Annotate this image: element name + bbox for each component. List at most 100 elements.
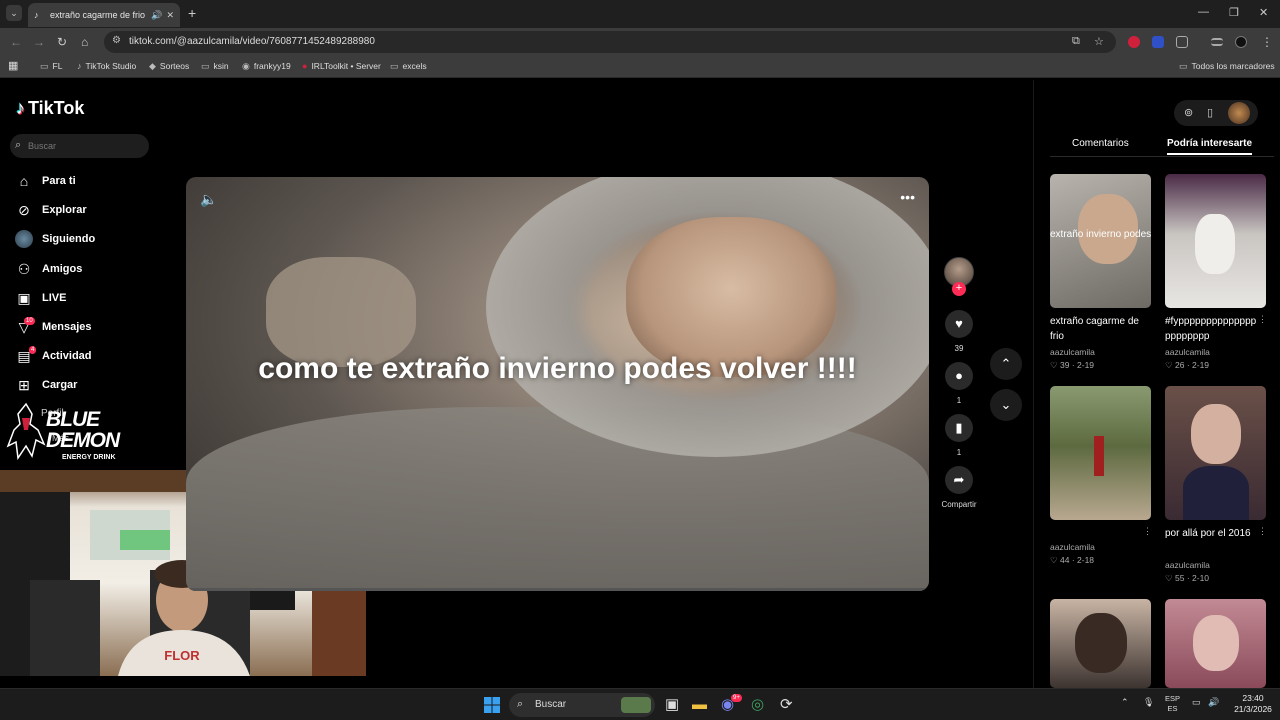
tab-search-button[interactable]: ⌄ (6, 5, 22, 21)
share-icon[interactable]: ➦ (945, 466, 973, 494)
taskbar-search-label: Buscar (535, 699, 567, 710)
previous-video-button[interactable]: ⌃ (990, 348, 1022, 380)
chrome-menu-icon[interactable]: ⋮ (1261, 35, 1273, 49)
volume-icon[interactable]: 🔊 (1208, 697, 1219, 708)
card-username[interactable]: aazulcamila (1165, 347, 1210, 357)
volume-icon[interactable]: 🔈 (200, 191, 217, 208)
extension-blue-icon[interactable] (1152, 36, 1164, 48)
share-action[interactable]: ➦ Compartir (936, 466, 982, 509)
card-username[interactable]: aazulcamila (1165, 560, 1210, 570)
heart-outline-icon: ♡ (1050, 555, 1060, 565)
browser-tab[interactable]: ♪ extraño cagarme de frio | Ti 🔊 ✕ (28, 3, 180, 27)
bookmark-excels[interactable]: ▭ excels (390, 61, 427, 72)
compass-icon: ⊘ (18, 202, 30, 218)
bookmark-fl[interactable]: ▭ FL (40, 61, 62, 72)
video-thumbnail[interactable] (1165, 174, 1266, 308)
address-bar[interactable]: ⚙ tiktok.com/@aazulcamila/video/76087714… (104, 31, 1116, 53)
video-thumbnail[interactable] (1050, 386, 1151, 520)
bookmark-irltoolkit[interactable]: ● IRLToolkit • Server (302, 61, 381, 71)
tiktok-note-icon: ♪ (16, 98, 25, 118)
network-icon[interactable]: ▭ (1192, 697, 1201, 708)
windows-start-icon[interactable] (484, 697, 500, 713)
card-more-icon[interactable]: ⋮ (1143, 526, 1152, 537)
follow-plus-button[interactable]: + (952, 282, 966, 296)
video-thumbnail[interactable] (1050, 599, 1151, 688)
video-thumbnail[interactable] (1165, 386, 1266, 520)
next-video-button[interactable]: ⌄ (990, 389, 1022, 421)
home-icon[interactable]: ⌂ (81, 35, 88, 49)
bookmark-star-icon[interactable]: ☆ (1094, 35, 1104, 48)
sidebar-item-amigos[interactable]: ⚇ Amigos (15, 259, 83, 279)
tab-close-icon[interactable]: ✕ (166, 10, 174, 21)
sidebar-item-live[interactable]: ▣ LIVE (15, 288, 66, 308)
sidebar-item-actividad[interactable]: ▤ Actividad (15, 346, 91, 366)
card-date: 2-19 (1077, 360, 1095, 370)
card-username[interactable]: aazulcamila (1050, 347, 1095, 357)
media-control-icon[interactable] (1211, 38, 1223, 46)
close-window-button[interactable]: ✕ (1259, 6, 1268, 19)
reload-icon[interactable]: ↻ (57, 35, 67, 49)
site-info-icon[interactable]: ⚙ (112, 35, 121, 46)
card-title[interactable]: #fypppppppppppppppppppppp (1165, 314, 1260, 344)
clock[interactable]: 23:40 21/3/2026 (1228, 693, 1278, 715)
sidebar-item-label: LIVE (42, 292, 67, 304)
bookmark-icon[interactable]: ▮ (945, 414, 973, 442)
chrome-icon[interactable]: ◎ (751, 696, 764, 714)
bookmark-frankyy19[interactable]: ◉ frankyy19 (242, 61, 291, 72)
taskbar-search[interactable]: ⌕ Buscar (509, 693, 655, 717)
card-more-icon[interactable]: ⋮ (1258, 526, 1267, 537)
card-title[interactable]: extraño cagarme de frio (1050, 314, 1145, 344)
top-right-actions: ⊚ ▯ (1174, 100, 1258, 126)
card-title[interactable]: por allá por el 2016 (1165, 526, 1260, 541)
search-box[interactable]: ⌕ (10, 134, 149, 158)
bookmark-ksin[interactable]: ▭ ksin (201, 61, 229, 72)
extensions-puzzle-icon[interactable] (1176, 36, 1188, 48)
card-username[interactable]: aazulcamila (1050, 542, 1095, 552)
bookmark-label: FL (52, 61, 63, 71)
sidebar-item-cargar[interactable]: ⊞ Cargar (15, 375, 77, 395)
video-player[interactable]: como te extraño invierno podes volver !!… (186, 177, 929, 591)
device-icon[interactable]: ▯ (1207, 106, 1213, 119)
file-explorer-icon[interactable]: ▬ (692, 696, 707, 714)
tab-comentarios[interactable]: Comentarios (1072, 138, 1129, 149)
comment-action[interactable]: ● 1 (944, 362, 974, 405)
install-app-icon[interactable]: ⧉ (1072, 35, 1080, 48)
app-icon[interactable]: ⟳ (780, 696, 793, 714)
bookmark-sorteos[interactable]: ◆ Sorteos (149, 61, 189, 72)
bookmark-tiktok-studio[interactable]: ♪ TikTok Studio (77, 61, 136, 71)
tab-podria-interesarte[interactable]: Podría interesarte (1167, 138, 1253, 155)
coin-icon[interactable]: ⊚ (1184, 106, 1193, 119)
apps-grid-icon[interactable]: ▦ (8, 59, 18, 72)
extension-red-icon[interactable] (1128, 36, 1140, 48)
heart-icon[interactable]: ♥ (945, 310, 973, 338)
new-tab-button[interactable]: + (188, 6, 196, 20)
profile-avatar[interactable] (1228, 102, 1250, 124)
profile-avatar-icon[interactable] (1235, 36, 1247, 48)
speaker-icon[interactable]: 🔊 (151, 10, 162, 21)
comment-icon[interactable]: ● (945, 362, 973, 390)
more-options-icon[interactable]: ••• (900, 189, 915, 205)
minimize-button[interactable]: — (1198, 6, 1209, 18)
save-action[interactable]: ▮ 1 (944, 414, 974, 457)
microphone-icon[interactable]: 🎙 (1143, 697, 1154, 708)
video-thumbnail[interactable]: extraño invierno podes (1050, 174, 1151, 308)
back-icon[interactable]: ← (10, 35, 22, 49)
tab-title: extraño cagarme de frio | Ti (50, 10, 147, 20)
search-input[interactable] (28, 138, 143, 154)
video-thumbnail[interactable] (1165, 599, 1266, 688)
forward-icon[interactable]: → (33, 35, 45, 49)
restore-button[interactable]: ❐ (1229, 6, 1239, 19)
sidebar-item-siguiendo[interactable]: Siguiendo (15, 229, 95, 249)
browser-toolbar: ← → ↻ ⌂ ⚙ tiktok.com/@aazulcamila/video/… (0, 28, 1280, 56)
sidebar-item-para-ti[interactable]: ⌂ Para ti (15, 171, 76, 191)
tray-overflow-icon[interactable]: ⌃ (1121, 697, 1129, 708)
sidebar-item-explorar[interactable]: ⊘ Explorar (15, 200, 87, 220)
tiktok-logo[interactable]: ♪ TikTok (16, 98, 84, 119)
twitch-icon: ◉ (242, 61, 250, 71)
all-bookmarks[interactable]: ▭ Todos los marcadores (1179, 61, 1275, 72)
video-progress-bar[interactable] (186, 588, 929, 591)
like-action[interactable]: ♥ 39 (944, 310, 974, 353)
task-view-icon[interactable]: ▣ (665, 696, 679, 714)
card-more-icon[interactable]: ⋮ (1258, 314, 1267, 325)
language-indicator[interactable]: ESP ES (1165, 694, 1180, 714)
